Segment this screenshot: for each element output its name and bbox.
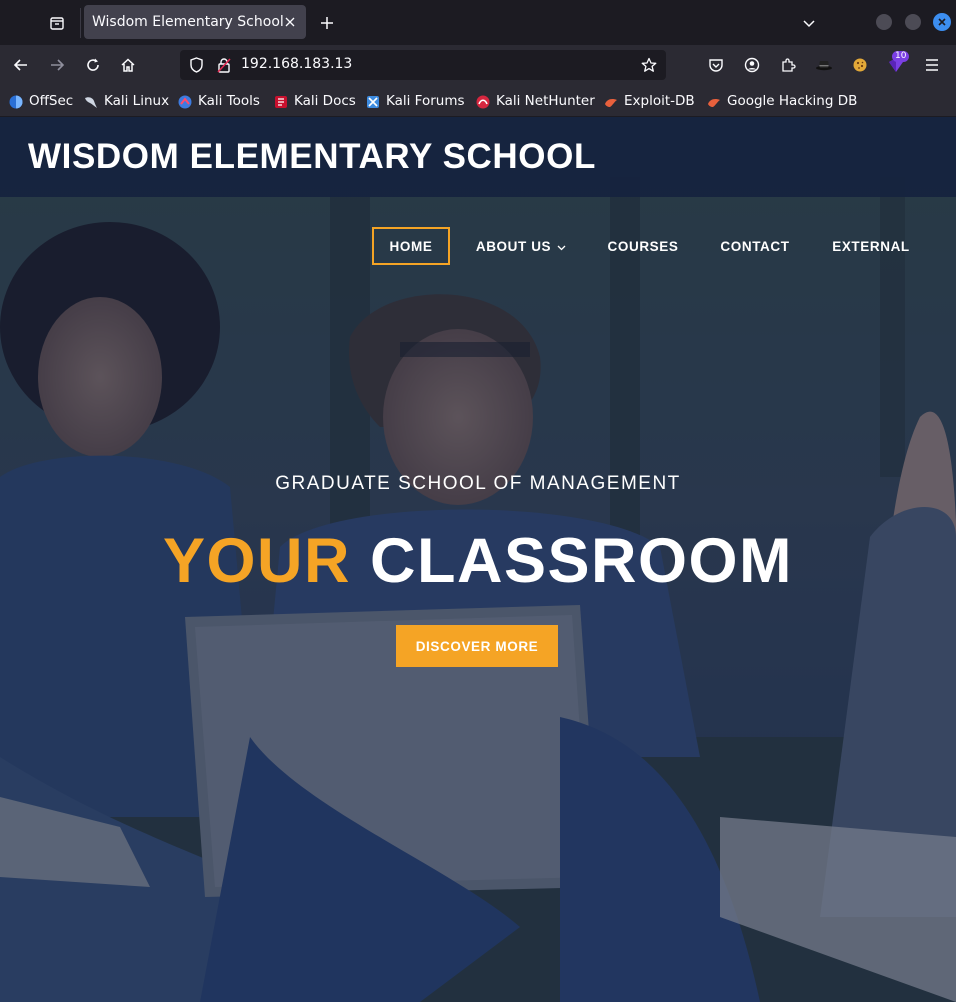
back-arrow-icon[interactable] (8, 52, 34, 78)
extensions-puzzle-icon[interactable] (775, 52, 801, 78)
menu-item-contact[interactable]: CONTACT (708, 227, 802, 265)
bookmark-label: Kali Forums (386, 93, 465, 109)
discover-more-button[interactable]: DISCOVER MORE (396, 625, 558, 667)
bookmark-label: OffSec (29, 93, 74, 109)
insecure-lock-icon[interactable] (215, 56, 233, 74)
tab-strip: Wisdom Elementary School (0, 0, 956, 45)
menu-label: COURSES (607, 238, 679, 254)
menu-label: EXTERNAL (832, 238, 910, 254)
home-icon[interactable] (115, 52, 141, 78)
bookmark-kali-nethunter[interactable]: Kali NetHunter (476, 92, 595, 110)
bookmarks-toolbar: OffSec Kali Linux Kali Tools Kali Docs K… (0, 85, 956, 117)
bookmark-star-icon[interactable] (640, 56, 658, 74)
bookmark-label: Google Hacking DB (727, 93, 858, 109)
bookmark-kali-docs[interactable]: Kali Docs (274, 92, 356, 110)
site-header: WISDOM ELEMENTARY SCHOOL (0, 117, 956, 197)
tab-title: Wisdom Elementary School (92, 14, 284, 30)
active-tab[interactable]: Wisdom Elementary School (84, 5, 306, 39)
exploit-db-icon (604, 94, 618, 108)
menu-label: CONTACT (720, 238, 790, 254)
close-icon[interactable] (282, 14, 298, 30)
maximize-button[interactable] (905, 14, 921, 30)
kali-forums-icon (366, 94, 380, 108)
shield-icon[interactable] (187, 56, 205, 74)
bookmark-label: Kali Tools (198, 93, 260, 109)
url-text: 192.168.183.13 (241, 56, 353, 72)
bookmark-label: Kali Docs (294, 93, 356, 109)
web-page: WISDOM ELEMENTARY SCHOOL HOME ABOUT US C… (0, 117, 956, 1002)
chevron-down-icon[interactable] (796, 10, 822, 36)
address-bar[interactable]: 192.168.183.13 (180, 50, 666, 80)
new-tab-plus-icon[interactable] (314, 10, 340, 36)
forward-arrow-icon[interactable] (44, 52, 70, 78)
hero-title-accent: YOUR (162, 526, 351, 596)
tab-list-icon[interactable] (44, 10, 70, 36)
menu-item-about-us[interactable]: ABOUT US (462, 227, 580, 265)
nethunter-icon (476, 94, 490, 109)
bookmark-label: Kali Linux (104, 93, 170, 109)
ghdb-icon (707, 94, 721, 108)
menu-label: ABOUT US (475, 238, 552, 254)
bookmark-offsec[interactable]: OffSec (9, 92, 73, 110)
main-menu: HOME ABOUT US COURSES CONTACT EXTERNAL (0, 227, 956, 265)
minimize-button[interactable] (876, 14, 892, 30)
extension-badge-count: 10 (892, 51, 910, 62)
hat-extension-icon[interactable] (811, 52, 837, 78)
bookmark-google-hacking-db[interactable]: Google Hacking DB (707, 92, 857, 110)
hero-title-rest: CLASSROOM (370, 526, 794, 596)
cookie-extension-icon[interactable] (847, 52, 873, 78)
tab-strip-separator (80, 8, 81, 38)
navigation-toolbar: 192.168.183.13 10 (0, 45, 956, 85)
hero-subtitle: GRADUATE SCHOOL OF MANAGEMENT (275, 473, 681, 494)
reload-icon[interactable] (80, 52, 106, 78)
window-close-button[interactable] (933, 13, 951, 31)
bookmark-kali-tools[interactable]: Kali Tools (178, 92, 260, 110)
offsec-icon (9, 94, 23, 109)
pocket-icon[interactable] (703, 52, 729, 78)
kali-dragon-icon (84, 94, 98, 108)
bookmark-exploit-db[interactable]: Exploit-DB (604, 92, 695, 110)
bookmark-kali-linux[interactable]: Kali Linux (84, 92, 169, 110)
chevron-down-icon (557, 239, 566, 254)
menu-item-external[interactable]: EXTERNAL (822, 227, 920, 265)
kali-docs-icon (274, 94, 288, 108)
menu-item-courses[interactable]: COURSES (596, 227, 690, 265)
account-icon[interactable] (739, 52, 765, 78)
hamburger-menu-icon[interactable] (919, 52, 945, 78)
bookmark-label: Exploit-DB (624, 93, 695, 109)
menu-item-home[interactable]: HOME (372, 227, 450, 265)
kali-tools-icon (178, 94, 192, 109)
menu-label: HOME (389, 238, 433, 254)
hero-title: YOUR CLASSROOM (0, 525, 956, 597)
site-title[interactable]: WISDOM ELEMENTARY SCHOOL (28, 137, 596, 177)
bookmark-label: Kali NetHunter (496, 93, 595, 109)
bookmark-kali-forums[interactable]: Kali Forums (366, 92, 465, 110)
